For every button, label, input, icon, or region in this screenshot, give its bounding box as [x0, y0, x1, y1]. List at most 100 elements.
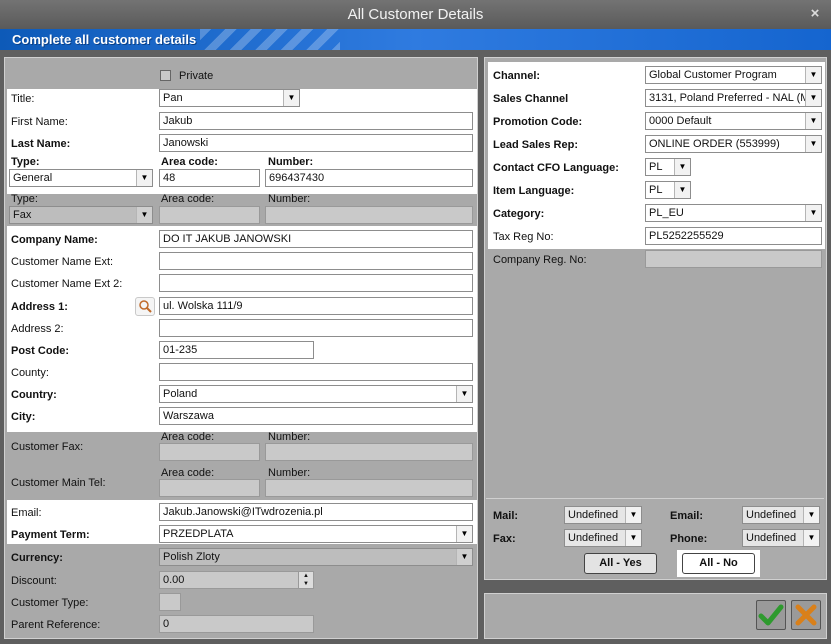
pref-email-select[interactable]: Undefined ▼ — [742, 506, 820, 524]
chevron-down-icon: ▼ — [805, 67, 821, 83]
number-field[interactable]: 696437430 — [265, 169, 473, 187]
pref-email-label: Email: — [670, 510, 704, 522]
pref-fax-select[interactable]: Undefined ▼ — [564, 529, 642, 547]
fax-area-field[interactable] — [159, 206, 260, 224]
city-field[interactable]: Warszawa — [159, 407, 473, 425]
banner-decoration — [200, 29, 340, 50]
address2-field[interactable] — [159, 319, 473, 337]
chevron-down-icon: ▼ — [803, 507, 819, 523]
customer-name-ext2-field[interactable] — [159, 274, 473, 292]
item-language-label: Item Language: — [493, 185, 575, 197]
country-label: Country: — [11, 389, 57, 401]
contact-cfo-language-value: PL — [649, 161, 663, 173]
fax-number-field[interactable] — [265, 206, 473, 224]
cfax-number-field[interactable] — [265, 443, 473, 461]
pref-phone-value: Undefined — [746, 532, 797, 544]
area-code-label: Area code: — [161, 156, 218, 168]
company-reg-field[interactable] — [645, 250, 822, 268]
ok-button[interactable] — [756, 600, 786, 630]
fax-type-select[interactable]: Fax ▼ — [9, 206, 153, 224]
payment-term-select[interactable]: PRZEDPLATA ▼ — [159, 525, 473, 543]
promotion-code-select[interactable]: 0000 Default ▼ — [645, 112, 822, 130]
first-name-field[interactable]: Jakub — [159, 112, 473, 130]
discount-value: 0.00 — [163, 574, 185, 586]
chevron-down-icon: ▼ — [456, 386, 472, 402]
private-label: Private — [179, 70, 214, 82]
item-language-value: PL — [649, 184, 663, 196]
cmt-area-field[interactable] — [159, 479, 260, 497]
private-checkbox[interactable] — [160, 70, 171, 81]
country-value: Poland — [163, 388, 198, 400]
number-label: Number: — [268, 156, 314, 168]
title-label: Title: — [11, 93, 35, 105]
customer-main-tel-label: Customer Main Tel: — [11, 477, 106, 489]
cfax-number-label: Number: — [268, 431, 311, 443]
customer-type-field[interactable] — [159, 593, 181, 611]
customer-type-label: Customer Type: — [11, 597, 89, 609]
currency-label: Currency: — [11, 552, 63, 564]
last-name-field[interactable]: Janowski — [159, 134, 473, 152]
payment-term-value: PRZEDPLATA — [163, 528, 234, 540]
chevron-down-icon: ▼ — [805, 113, 821, 129]
parent-reference-label: Parent Reference: — [11, 619, 101, 631]
county-field[interactable] — [159, 363, 473, 381]
cfax-area-field[interactable] — [159, 443, 260, 461]
channel-select[interactable]: Global Customer Program ▼ — [645, 66, 822, 84]
close-icon[interactable]: × — [807, 0, 823, 29]
pref-fax-label: Fax: — [493, 533, 516, 545]
address-search-button[interactable] — [135, 297, 155, 316]
country-select[interactable]: Poland ▼ — [159, 385, 473, 403]
discount-stepper[interactable]: 0.00 ▲ ▼ — [159, 571, 314, 589]
window-title: All Customer Details — [0, 0, 831, 29]
cmt-number-label: Number: — [268, 467, 311, 479]
phone-type-label: Type: — [11, 156, 40, 168]
company-name-label: Company Name: — [11, 234, 98, 246]
spinner-icon[interactable]: ▲ ▼ — [298, 572, 313, 588]
all-yes-button[interactable]: All - Yes — [584, 553, 657, 574]
chevron-down-icon: ▼ — [625, 507, 641, 523]
all-no-button[interactable]: All - No — [682, 553, 755, 574]
phone-type-select[interactable]: General ▼ — [9, 169, 153, 187]
pref-phone-select[interactable]: Undefined ▼ — [742, 529, 820, 547]
chevron-down-icon: ▼ — [456, 549, 472, 565]
fax-type-value: Fax — [13, 209, 32, 221]
pref-phone-label: Phone: — [670, 533, 708, 545]
email-field[interactable]: Jakub.Janowski@ITwdrozenia.pl — [159, 503, 473, 521]
area-code-field[interactable]: 48 — [159, 169, 260, 187]
currency-value: Polish Zloty — [163, 551, 220, 563]
promotion-code-label: Promotion Code: — [493, 116, 583, 128]
pref-mail-value: Undefined — [568, 509, 619, 521]
customer-name-ext-field[interactable] — [159, 252, 473, 270]
cmt-number-field[interactable] — [265, 479, 473, 497]
pref-email-value: Undefined — [746, 509, 797, 521]
title-select[interactable]: Pan ▼ — [159, 89, 300, 107]
category-select[interactable]: PL_EU ▼ — [645, 204, 822, 222]
pref-mail-label: Mail: — [493, 510, 519, 522]
address1-field[interactable]: ul. Wolska 111/9 — [159, 297, 473, 315]
cmt-area-label: Area code: — [161, 467, 215, 479]
pref-mail-select[interactable]: Undefined ▼ — [564, 506, 642, 524]
contact-cfo-language-select[interactable]: PL ▼ — [645, 158, 691, 176]
chevron-down-icon: ▼ — [625, 530, 641, 546]
lead-sales-rep-select[interactable]: ONLINE ORDER (553999) ▼ — [645, 135, 822, 153]
sales-channel-label: Sales Channel — [493, 93, 569, 105]
promotion-code-value: 0000 Default — [649, 115, 712, 127]
county-label: County: — [11, 367, 49, 379]
banner-text: Complete all customer details — [12, 32, 197, 47]
post-code-field[interactable]: 01-235 — [159, 341, 314, 359]
address1-label: Address 1: — [11, 301, 68, 313]
close-icon — [795, 604, 817, 626]
chevron-down-icon: ▼ — [136, 170, 152, 186]
tax-reg-field[interactable]: PL5252255529 — [645, 227, 822, 245]
chevron-down-icon: ▼ — [456, 526, 472, 542]
parent-reference-field[interactable]: 0 — [159, 615, 314, 633]
chevron-down-icon: ▼ — [805, 90, 821, 106]
cancel-button[interactable] — [791, 600, 821, 630]
company-name-field[interactable]: DO IT JAKUB JANOWSKI — [159, 230, 473, 248]
currency-select[interactable]: Polish Zloty ▼ — [159, 548, 473, 566]
city-label: City: — [11, 411, 36, 423]
item-language-select[interactable]: PL ▼ — [645, 181, 691, 199]
fax-area-label: Area code: — [161, 193, 215, 205]
search-icon — [139, 300, 152, 313]
sales-channel-select[interactable]: 3131, Poland Preferred - NAL (MI ▼ — [645, 89, 822, 107]
